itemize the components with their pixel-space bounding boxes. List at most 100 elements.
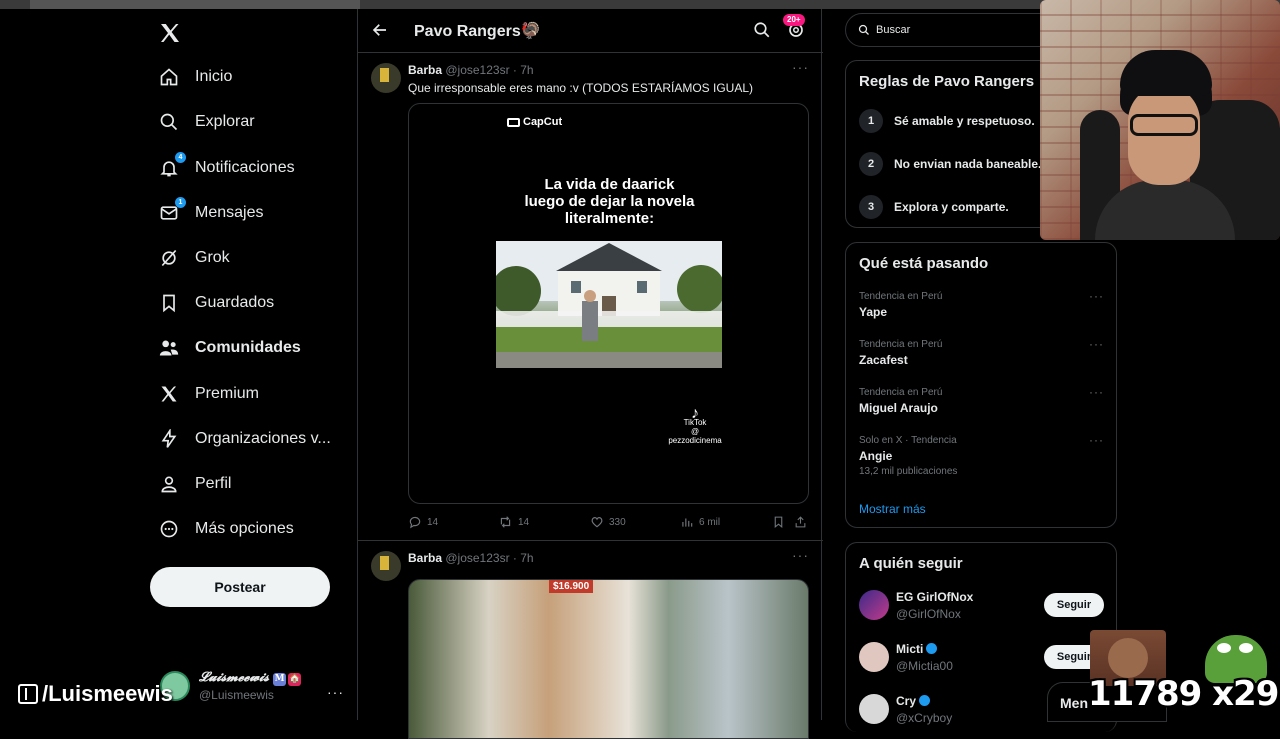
tweet[interactable]: Barba @jose123sr · 7h ··· Que irresponsa… xyxy=(358,59,823,541)
tweet-meta: @jose123sr · 7h xyxy=(445,63,534,77)
notification-badge: 4 xyxy=(175,152,186,163)
more-circle-icon xyxy=(158,518,180,540)
trends-card: Qué está pasando Tendencia en Perú Yape ·… xyxy=(845,242,1117,528)
bell-icon: 4 xyxy=(158,152,186,179)
nav-label: Grok xyxy=(195,249,230,266)
kick-logo-icon xyxy=(18,684,38,704)
trends-title: Qué está pasando xyxy=(859,255,989,272)
more-icon[interactable]: ··· xyxy=(792,547,809,563)
views-button[interactable]: 6 mil xyxy=(680,515,720,529)
trend-item[interactable]: Tendencia en Perú Yape ··· xyxy=(859,289,1104,319)
stream-counter: 11789 x290 xyxy=(1088,674,1280,714)
verified-icon xyxy=(926,643,938,654)
search-icon xyxy=(858,24,869,35)
nav-grok[interactable]: Grok xyxy=(158,243,230,273)
webcam-overlay xyxy=(1040,0,1280,240)
account-badge: M xyxy=(273,673,287,686)
x-logo-icon xyxy=(158,383,180,405)
header-badge: 20+ xyxy=(783,14,805,26)
nav-label: Perfil xyxy=(195,475,232,492)
nav-profile[interactable]: Perfil xyxy=(158,469,231,499)
nav-notifications[interactable]: 4 Notificaciones xyxy=(158,152,295,183)
follow-button[interactable]: Seguir xyxy=(1044,593,1104,617)
share-button[interactable] xyxy=(794,515,812,529)
views-icon xyxy=(682,518,693,527)
nav-communities[interactable]: Comunidades xyxy=(158,333,301,363)
rule-item[interactable]: 2 No envian nada baneable. xyxy=(859,152,1041,176)
glasses xyxy=(1130,114,1198,136)
lightning-icon xyxy=(158,428,180,450)
rule-item[interactable]: 1 Sé amable y respetuoso. xyxy=(859,109,1035,133)
nav-label: Organizaciones v... xyxy=(195,430,331,447)
more-icon[interactable]: ··· xyxy=(1089,337,1104,351)
main-column: Pavo Rangers🦃 20+ Barba @jose123sr · 7h … xyxy=(357,9,823,739)
tweet-author-name[interactable]: Barba xyxy=(408,63,442,77)
bookmark-button[interactable] xyxy=(772,515,790,529)
trend-item[interactable]: Tendencia en Perú Zacafest ··· xyxy=(859,337,1104,367)
more-icon[interactable]: ··· xyxy=(1089,385,1104,399)
search-icon xyxy=(158,111,180,133)
page-title: Pavo Rangers🦃 xyxy=(414,23,541,40)
repost-button[interactable]: 14 xyxy=(498,515,529,529)
nav-label: Notificaciones xyxy=(195,159,295,176)
share-icon xyxy=(795,516,806,528)
video-caption: La vida de daarick luego de dejar la nov… xyxy=(524,176,695,227)
tweet-header: Barba @jose123sr · 7h xyxy=(408,551,534,565)
person-icon xyxy=(158,473,180,495)
avatar xyxy=(859,590,889,620)
reply-button[interactable]: 14 xyxy=(408,515,438,529)
stream-channel-overlay: /Luismeewis xyxy=(18,681,173,707)
account-handle: @Luismeewis xyxy=(199,688,274,702)
show-more-link[interactable]: Mostrar más xyxy=(859,502,926,516)
communities-icon xyxy=(158,337,180,359)
avatar xyxy=(859,642,889,672)
capcut-watermark: CapCut xyxy=(507,116,562,128)
bookmark-icon xyxy=(774,516,783,529)
account-switcher[interactable]: 𝓛𝓾𝓲𝓼𝓶𝓮𝓮𝔀𝓲𝓼 M 🏠 @Luismeewis xyxy=(160,669,302,703)
nav-home[interactable]: Inicio xyxy=(158,62,232,92)
video-frame xyxy=(496,241,722,368)
x-logo-icon[interactable] xyxy=(158,21,182,45)
nav-label: Mensajes xyxy=(195,204,264,221)
follow-suggestion[interactable]: EG GirlOfNox @GirlOfNox Seguir xyxy=(859,586,1104,626)
avatar[interactable] xyxy=(371,63,401,93)
more-icon[interactable]: ··· xyxy=(1089,289,1104,303)
avatar[interactable] xyxy=(371,551,401,581)
trend-item[interactable]: Solo en X · Tendencia Angie 13,2 mil publi… xyxy=(859,433,1104,477)
tweet-actions: 14 14 330 6 mil xyxy=(408,515,809,533)
tweet-video[interactable]: CapCut La vida de daarick luego de dejar… xyxy=(408,103,809,504)
bookmark-icon xyxy=(158,292,180,314)
account-more-icon[interactable]: ··· xyxy=(327,684,344,700)
nav-messages[interactable]: 1 Mensajes xyxy=(158,197,264,228)
rules-title: Reglas de Pavo Rangers xyxy=(859,73,1035,90)
nav-premium[interactable]: Premium xyxy=(158,379,259,409)
nav-organizations[interactable]: Organizaciones v... xyxy=(158,424,331,454)
tweet[interactable]: Barba @jose123sr · 7h ··· $16.900 xyxy=(358,547,823,739)
messages-badge: 1 xyxy=(175,197,186,208)
community-header: Pavo Rangers🦃 20+ xyxy=(358,9,823,53)
nav-label: Inicio xyxy=(195,68,233,85)
tiktok-icon: ♪ xyxy=(691,405,699,422)
search-icon[interactable] xyxy=(753,21,771,39)
trend-item[interactable]: Tendencia en Perú Miguel Araujo ··· xyxy=(859,385,1104,415)
nav-label: Más opciones xyxy=(195,520,294,537)
mail-icon: 1 xyxy=(158,197,186,224)
more-icon[interactable]: ··· xyxy=(792,59,809,75)
post-button[interactable]: Postear xyxy=(150,567,330,607)
capcut-icon xyxy=(507,117,520,127)
price-sign: $16.900 xyxy=(549,580,594,593)
like-button[interactable]: 330 xyxy=(590,515,626,529)
rule-item[interactable]: 3 Explora y comparte. xyxy=(859,195,1009,219)
back-arrow-icon[interactable] xyxy=(371,21,389,39)
nav-label: Explorar xyxy=(195,113,255,130)
browser-tab-strip xyxy=(30,0,360,9)
follow-suggestion[interactable]: Micti @Mictia00 Seguir xyxy=(859,638,1104,678)
tweet-image[interactable]: $16.900 xyxy=(408,579,809,739)
tweet-author-name[interactable]: Barba xyxy=(408,551,442,565)
tweet-text: Que irresponsable eres mano :v (TODOS ES… xyxy=(408,81,753,95)
nav-more-options[interactable]: Más opciones xyxy=(158,514,294,544)
nav-bookmarks[interactable]: Guardados xyxy=(158,288,274,318)
tweet-meta: @jose123sr · 7h xyxy=(445,551,534,565)
nav-explore[interactable]: Explorar xyxy=(158,107,255,137)
more-icon[interactable]: ··· xyxy=(1089,433,1104,447)
